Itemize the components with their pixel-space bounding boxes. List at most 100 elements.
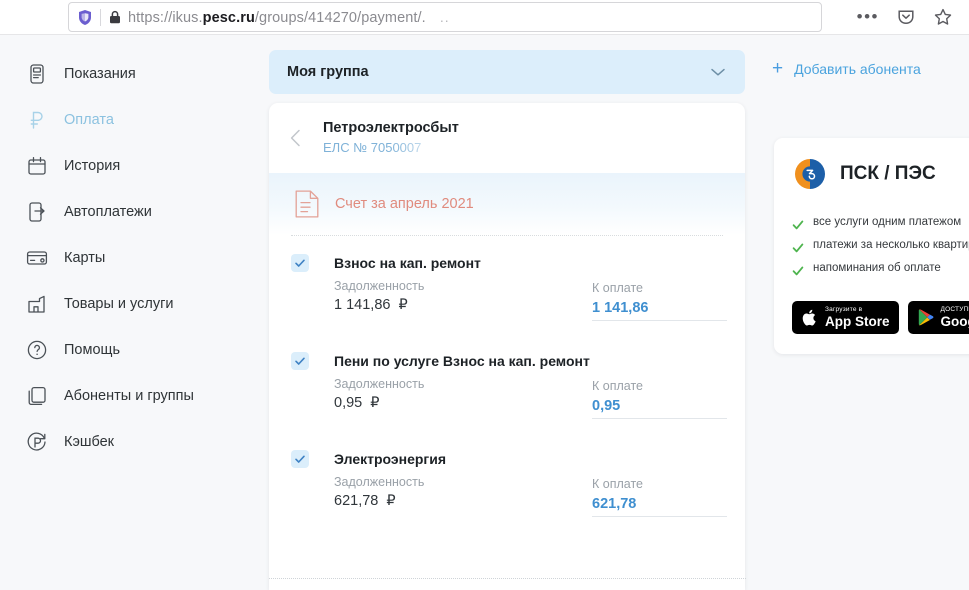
to-pay-input[interactable]: 621,78 (592, 492, 727, 517)
ruble-icon (30, 111, 43, 129)
check-icon (792, 266, 804, 276)
badge-main-label: App Store (825, 314, 890, 329)
invoice-doc-icon (295, 190, 319, 218)
feature-item: платежи за несколько квартир (792, 239, 969, 262)
promo-title: ПСК / ПЭС (840, 163, 936, 184)
promo-card: ПСК / ПЭС все услуги одним платежом плат… (774, 138, 969, 354)
apple-icon (802, 309, 816, 326)
app-store-text: Загрузите в App Store (825, 306, 890, 329)
lock-icon (110, 10, 120, 24)
chevron-down-icon[interactable] (707, 61, 729, 83)
provider-account-number: ЕЛС № 7050007 (323, 140, 422, 155)
sidebar-item-cashback[interactable]: Кэшбек (0, 419, 258, 465)
service-checkbox[interactable] (291, 450, 309, 468)
sidebar-item-label: Товары и услуги (64, 296, 174, 312)
pocket-icon[interactable] (896, 7, 916, 27)
currency-symbol: ₽ (370, 395, 380, 411)
sidebar-item-label: Оплата (64, 112, 114, 128)
feature-label: все услуги одним платежом (813, 216, 962, 228)
card-icon (26, 251, 48, 265)
bottom-separator (269, 578, 746, 579)
sidebar-item-cards[interactable]: Карты (0, 235, 258, 281)
service-checkbox[interactable] (291, 254, 309, 272)
addressbar-divider (100, 8, 101, 26)
badge-main-label: Google Play (940, 314, 969, 329)
three-dots-icon[interactable]: ••• (857, 8, 879, 25)
toolbar-left-spacer (0, 0, 68, 34)
shield-icon[interactable] (77, 9, 93, 26)
sidebar-item-label: История (64, 158, 121, 174)
check-icon (792, 220, 804, 230)
feature-label: платежи за несколько квартир (813, 239, 969, 251)
service-name: Взнос на кап. ремонт (334, 255, 481, 271)
meter-icon (30, 64, 44, 84)
sidebar-item-history[interactable]: История (0, 143, 258, 189)
store-icon (28, 295, 45, 313)
plus-icon: + (772, 58, 784, 79)
sidebar-item-goods-services[interactable]: Товары и услуги (0, 281, 258, 327)
service-amount-field: К оплате 1 141,86 (592, 280, 727, 321)
url-overflow: .. (439, 8, 450, 25)
cashback-icon (27, 432, 46, 451)
store-badges: Загрузите в App Store ДОСТУПНО В Google … (792, 301, 969, 334)
to-pay-input[interactable]: 0,95 (592, 394, 727, 419)
to-pay-label: К оплате (592, 281, 643, 295)
sidebar-item-payment[interactable]: Оплата (0, 97, 258, 143)
group-selector[interactable]: Моя группа (269, 50, 745, 94)
app-store-badge[interactable]: Загрузите в App Store (792, 301, 899, 334)
add-subscriber-label: Добавить абонента (794, 60, 921, 77)
sidebar-item-help[interactable]: Помощь (0, 327, 258, 373)
sidebar-item-autopayments[interactable]: Автоплатежи (0, 189, 258, 235)
main-column: Моя группа Петроэлектросбыт ЕЛС № 705000… (258, 35, 758, 590)
url-suffix: /groups/414270/payment/. (254, 9, 426, 26)
currency-symbol: ₽ (398, 297, 408, 313)
sidebar-item-subscribers-groups[interactable]: Абоненты и группы (0, 373, 258, 419)
right-panel: + Добавить абонента ПСК / ПЭС все услуги… (758, 35, 969, 590)
star-icon[interactable] (933, 7, 953, 27)
feature-item: напоминания об оплате (792, 262, 969, 285)
sidebar-item-label: Абоненты и группы (64, 388, 194, 404)
service-checkbox[interactable] (291, 352, 309, 370)
chevron-left-icon[interactable] (283, 125, 309, 151)
page-content: Показания Оплата История Автоплатежи Кар… (0, 35, 969, 590)
service-amount-field: К оплате 0,95 (592, 378, 727, 419)
url-text: https://ikus.pesc.ru/groups/414270/payme… (128, 9, 450, 26)
toolbar-right-actions: ••• (822, 0, 969, 34)
payment-card: Петроэлектросбыт ЕЛС № 7050007 Счет за а… (269, 103, 745, 590)
sidebar-item-label: Показания (64, 66, 136, 82)
calendar-icon (28, 156, 46, 175)
question-icon (27, 340, 47, 360)
promo-feature-list: все услуги одним платежом платежи за нес… (792, 216, 969, 285)
promo-header: ПСК / ПЭС (792, 156, 969, 192)
sidebar: Показания Оплата История Автоплатежи Кар… (0, 35, 258, 590)
check-icon (295, 259, 305, 267)
check-icon (792, 243, 804, 253)
invoice-banner[interactable]: Счет за апрель 2021 (269, 173, 745, 235)
google-play-badge[interactable]: ДОСТУПНО В Google Play (907, 301, 969, 334)
currency-symbol: ₽ (386, 493, 396, 509)
service-row: Пени по услуге Взнос на кап. ремонт Задо… (269, 334, 745, 432)
google-play-text: ДОСТУПНО В Google Play (941, 306, 969, 329)
url-prefix: https://ikus. (128, 9, 203, 26)
badge-sup-label: ДОСТУПНО В (940, 306, 969, 313)
to-pay-label: К оплате (592, 379, 643, 393)
google-play-icon (918, 309, 933, 326)
sidebar-item-label: Помощь (64, 342, 121, 358)
layers-icon (28, 386, 46, 406)
service-amount-field: К оплате 621,78 (592, 476, 727, 517)
check-icon (295, 357, 305, 365)
group-selector-label: Моя группа (287, 64, 369, 80)
add-subscriber-button[interactable]: + Добавить абонента (772, 59, 921, 78)
service-name: Электроэнергия (334, 451, 447, 467)
address-bar[interactable]: https://ikus.pesc.ru/groups/414270/payme… (68, 2, 822, 32)
service-row: Взнос на кап. ремонт Задолженность 1 141… (269, 236, 745, 334)
badge-sup-label: Загрузите в (825, 306, 863, 313)
feature-item: все услуги одним платежом (792, 216, 969, 239)
service-name: Пени по услуге Взнос на кап. ремонт (334, 353, 590, 369)
provider-name: Петроэлектросбыт (323, 120, 459, 136)
provider-header: Петроэлектросбыт ЕЛС № 7050007 (269, 103, 745, 173)
sidebar-item-readings[interactable]: Показания (0, 51, 258, 97)
to-pay-label: К оплате (592, 477, 643, 491)
service-row: Электроэнергия Задолженность 621,78 ₽ К … (269, 432, 745, 530)
to-pay-input[interactable]: 1 141,86 (592, 296, 727, 321)
